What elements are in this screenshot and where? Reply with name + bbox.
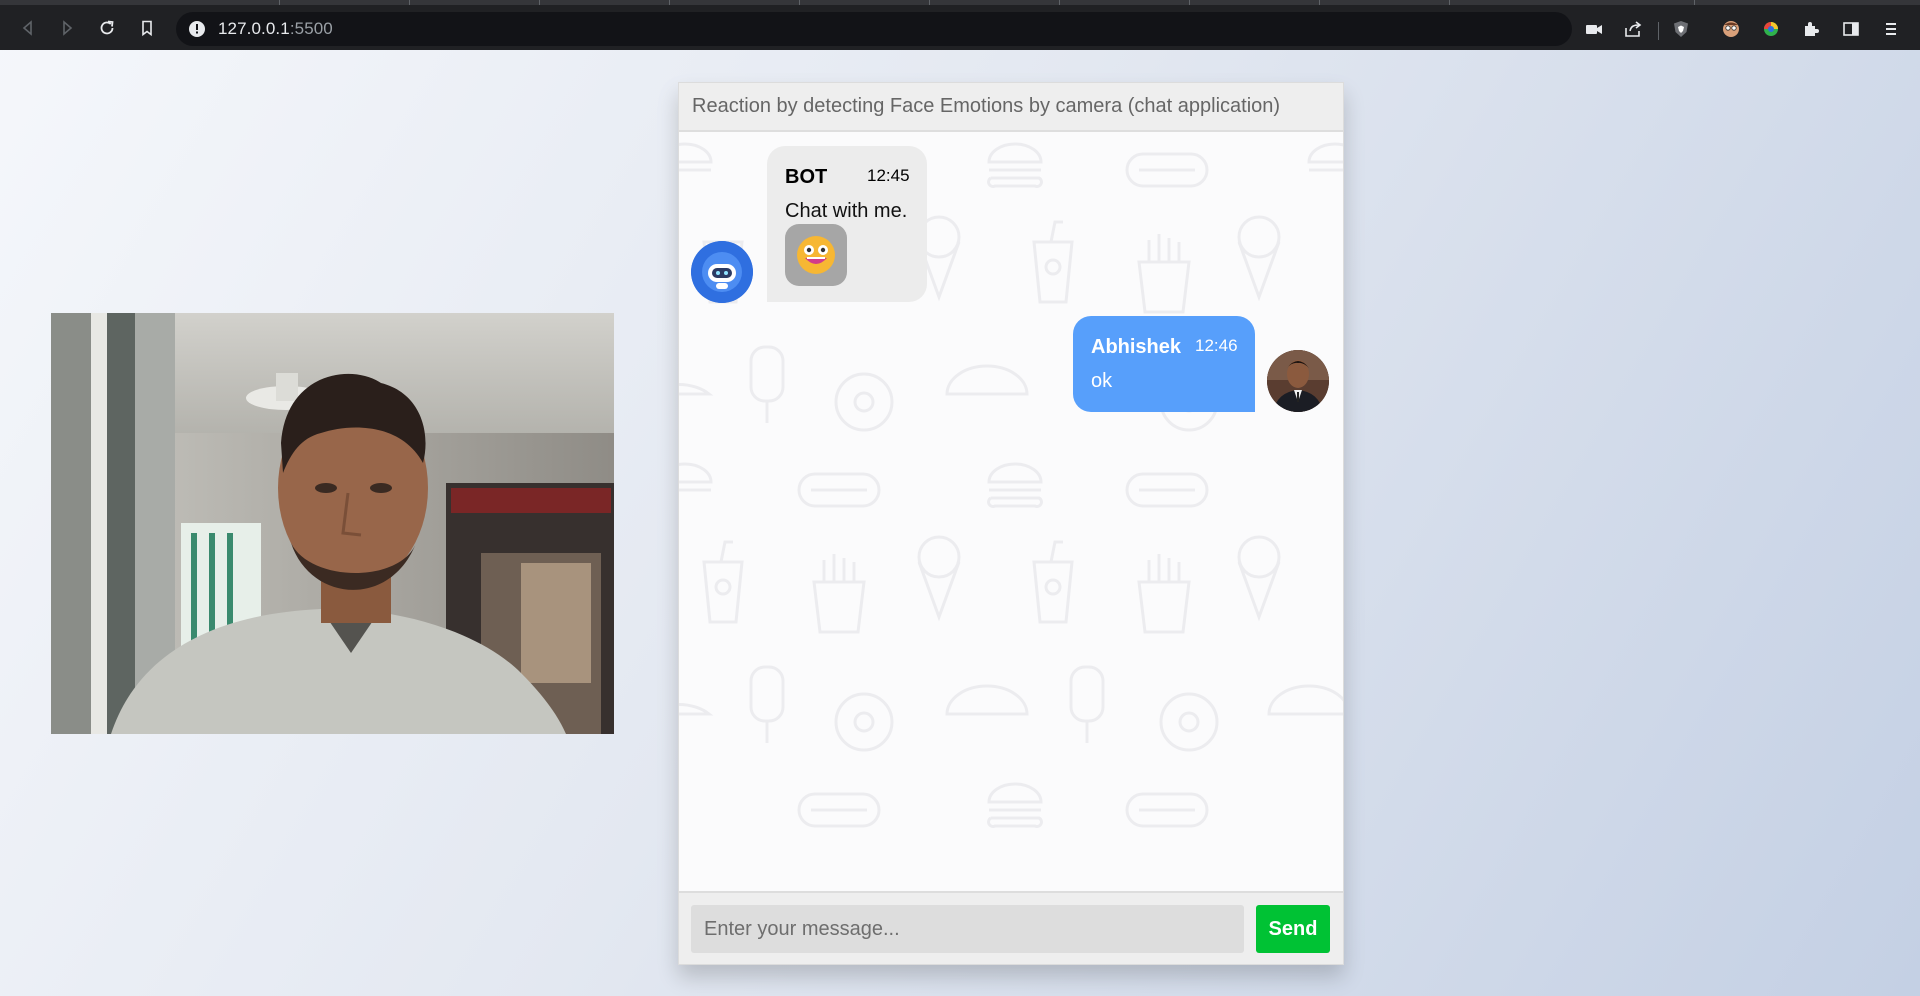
back-icon[interactable] xyxy=(14,14,42,42)
bot-avatar xyxy=(691,241,753,303)
grinning-face-emoji-icon xyxy=(797,236,835,274)
puzzle-extensions-icon[interactable] xyxy=(1798,16,1824,42)
message-text: Chat with me. xyxy=(785,200,908,222)
address-bar[interactable]: 127.0.0.1:5500 xyxy=(176,12,1572,46)
browser-toolbar: 127.0.0.1:5500 xyxy=(0,0,1920,50)
send-button[interactable]: Send xyxy=(1256,905,1330,953)
extension-color-icon[interactable] xyxy=(1758,16,1784,42)
camera-in-use-icon[interactable] xyxy=(1581,16,1607,42)
message-composer: Send xyxy=(679,891,1343,964)
tab-strip xyxy=(0,0,1920,5)
share-icon[interactable] xyxy=(1620,16,1646,42)
reload-icon[interactable] xyxy=(93,14,121,42)
chat-title: Reaction by detecting Face Emotions by c… xyxy=(692,95,1281,117)
bot-message-bubble: BOT 12:45 Chat with me. xyxy=(767,146,927,302)
menu-icon[interactable] xyxy=(1878,16,1904,42)
bookmark-icon[interactable] xyxy=(133,14,161,42)
message-sender: Abhishek xyxy=(1091,336,1182,358)
toolbar-divider xyxy=(1658,22,1659,40)
reaction-emoji xyxy=(785,224,847,286)
forward-icon[interactable] xyxy=(53,14,81,42)
user-message-bubble: Abhishek 12:46 ok xyxy=(1073,316,1255,412)
sidebar-icon[interactable] xyxy=(1838,16,1864,42)
message-input[interactable] xyxy=(691,905,1244,953)
site-info-icon[interactable] xyxy=(188,20,206,38)
extension-avatar-icon[interactable] xyxy=(1718,16,1744,42)
chat-messages[interactable]: BOT 12:45 Chat with me. Abhishek 12:46 o… xyxy=(679,132,1343,891)
chat-window: Reaction by detecting Face Emotions by c… xyxy=(678,82,1344,965)
message-text: ok xyxy=(1091,370,1113,392)
webcam-feed xyxy=(51,313,614,734)
message-sender: BOT xyxy=(785,166,828,188)
url-text: 127.0.0.1:5500 xyxy=(218,19,333,38)
chat-header: Reaction by detecting Face Emotions by c… xyxy=(679,83,1343,132)
user-avatar xyxy=(1267,350,1329,412)
message-time: 12:46 xyxy=(1195,336,1238,355)
message-time: 12:45 xyxy=(867,166,910,185)
brave-shield-icon[interactable] xyxy=(1668,16,1694,42)
